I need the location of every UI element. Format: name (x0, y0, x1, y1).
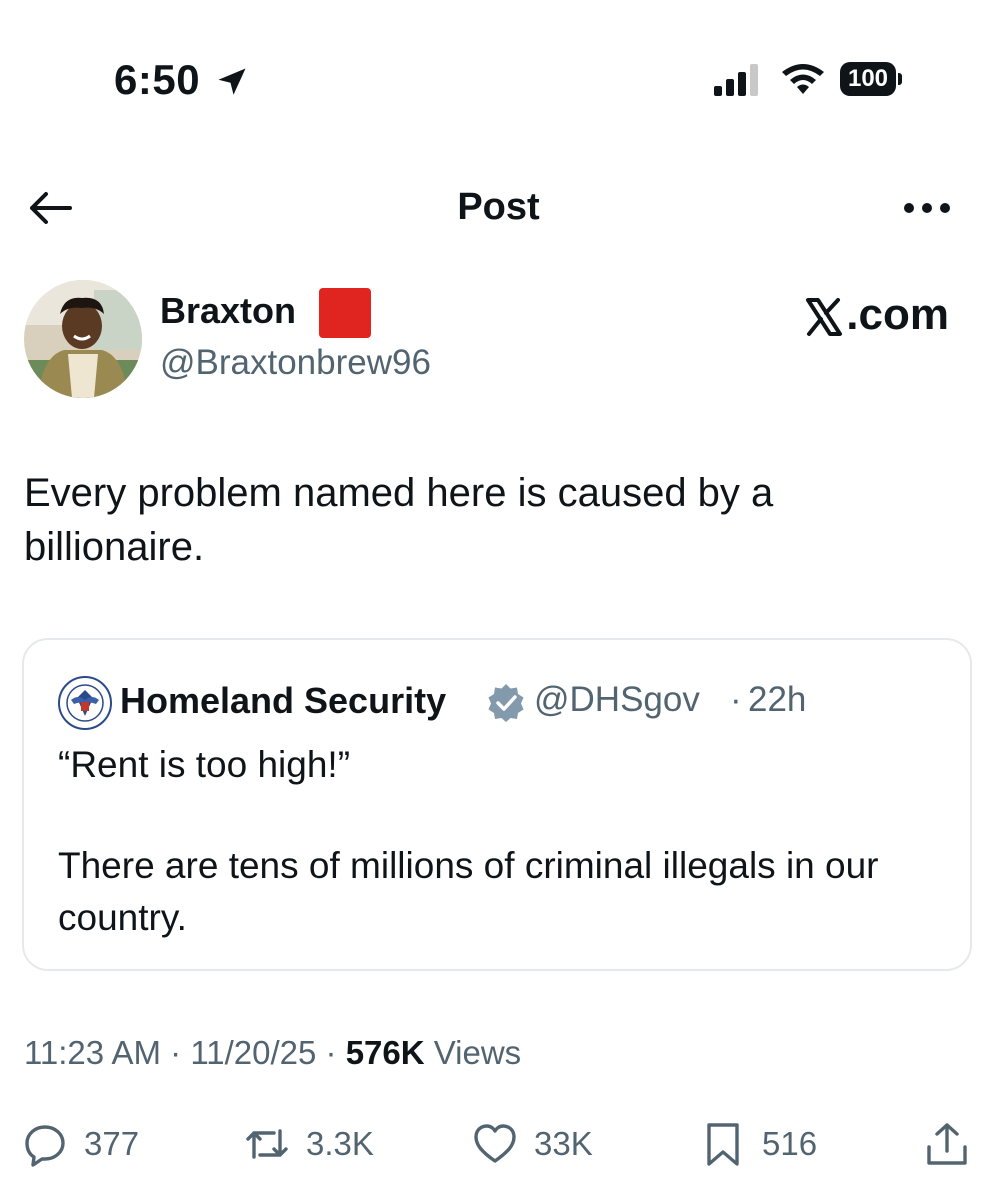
reply-count: 377 (84, 1125, 140, 1162)
verified-badge-icon (488, 684, 524, 722)
wifi-icon (782, 64, 824, 94)
bookmark-icon (707, 1123, 739, 1166)
views-count: 576K (345, 1034, 425, 1071)
dhs-seal-avatar (58, 676, 112, 730)
repost-icon (246, 1129, 288, 1159)
status-bar: 6:50 100 (0, 0, 997, 150)
page-title: Post (457, 186, 540, 228)
quoted-tweet-card[interactable]: Homeland Security @DHSgov · 22h “Rent is… (22, 638, 972, 971)
post-date: 11/20/25 (190, 1034, 317, 1071)
bookmark-button[interactable]: 516 (700, 1118, 817, 1170)
location-arrow-icon (218, 68, 246, 95)
share-icon (927, 1123, 967, 1165)
watermark-text: .com (846, 290, 949, 339)
meta-separator: · (170, 1034, 182, 1071)
x-logo-icon (806, 297, 843, 336)
bookmark-count: 516 (762, 1125, 818, 1162)
like-button[interactable]: 33K (472, 1118, 593, 1170)
x-com-watermark: .com (804, 290, 949, 340)
more-options-icon[interactable] (900, 196, 954, 220)
reply-button[interactable]: 377 (22, 1118, 139, 1170)
display-name[interactable]: Braxton (160, 290, 296, 332)
quoted-text-line2: There are tens of millions of criminal i… (58, 845, 879, 938)
quoted-author-handle: @DHSgov (534, 680, 700, 719)
quoted-text-line1: “Rent is too high!” (58, 744, 351, 785)
tweet-text: Every problem named here is caused by a … (24, 471, 774, 569)
quoted-separator: · (730, 680, 742, 719)
battery-icon: 100 (840, 62, 902, 98)
meta-separator: · (325, 1034, 337, 1071)
red-square-emoji (319, 288, 371, 338)
quoted-timestamp: 22h (748, 680, 807, 719)
post-time: 11:23 AM (24, 1034, 161, 1071)
reply-icon (25, 1125, 65, 1167)
heart-icon (474, 1124, 516, 1163)
user-handle[interactable]: @Braxtonbrew96 (160, 343, 431, 383)
views-label: Views (433, 1034, 522, 1071)
avatar[interactable] (24, 280, 142, 398)
like-count: 33K (534, 1125, 593, 1162)
quoted-author-name: Homeland Security (120, 680, 447, 721)
repost-count: 3.3K (306, 1125, 374, 1162)
avatar-photo (24, 280, 142, 398)
share-button[interactable] (924, 1118, 970, 1170)
post-meta: 11:23 AM · 11/20/25 · 576K Views (24, 1034, 521, 1072)
cellular-signal-icon (714, 64, 758, 96)
battery-level: 100 (840, 62, 896, 96)
status-time: 6:50 (114, 56, 201, 103)
repost-button[interactable]: 3.3K (244, 1118, 374, 1170)
